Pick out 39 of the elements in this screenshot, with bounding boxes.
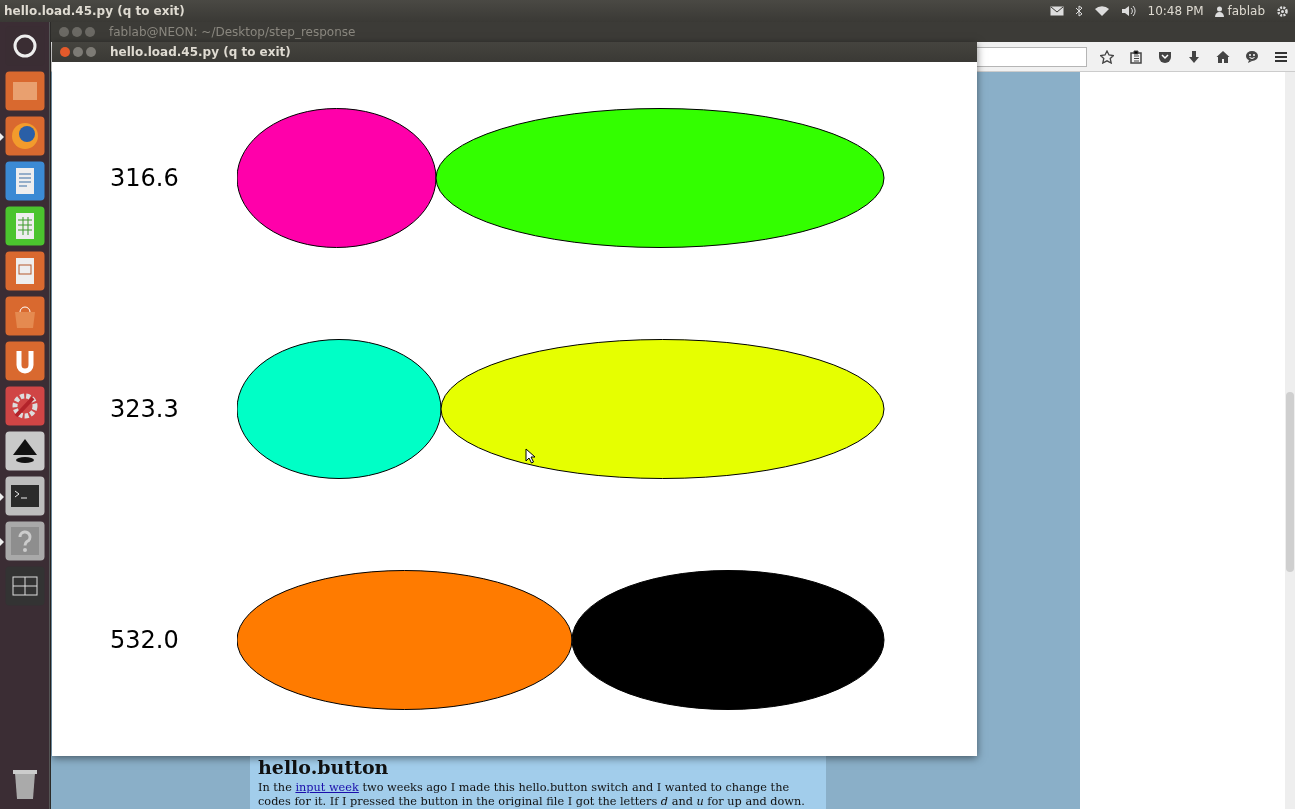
question-mark-icon[interactable]: [4, 521, 45, 561]
address-field[interactable]: [975, 46, 1087, 67]
pocket-icon[interactable]: [1158, 49, 1172, 64]
spreadsheet-icon[interactable]: [4, 206, 45, 246]
home-icon[interactable]: [1216, 49, 1230, 64]
clock[interactable]: 10:48 PM: [1147, 4, 1204, 18]
folder-icon[interactable]: [4, 71, 45, 111]
speech-bubble-face-icon[interactable]: [1245, 49, 1259, 64]
presentation-icon[interactable]: [4, 251, 45, 291]
workspace-grid-icon[interactable]: [4, 566, 45, 606]
text-link[interactable]: input week: [295, 781, 359, 794]
mail-icon[interactable]: [1049, 6, 1064, 16]
user-icon: [1214, 5, 1224, 17]
scrollbar[interactable]: [1285, 72, 1295, 809]
gear-icon[interactable]: [1276, 4, 1289, 18]
menu-icon[interactable]: [1274, 49, 1288, 64]
download-arrow-icon[interactable]: [1187, 49, 1201, 64]
mouse-pointer-icon: [525, 448, 535, 464]
globe-icon[interactable]: [4, 116, 45, 156]
document-icon[interactable]: [4, 161, 45, 201]
reading-value: 316.6: [109, 164, 180, 192]
volume-icon[interactable]: [1120, 5, 1137, 17]
paragraph: In the input week two weeks ago I made this hello.button switch and I wanted to change the codes for it. If I pressed the button in the original file I got the letters d and u for up and down.: [258, 781, 806, 809]
window-title: hello.load.45.py (q to exit): [4, 4, 185, 18]
terminal-icon[interactable]: [4, 476, 45, 516]
window-title: fablab@NEON: ~/Desktop/step_response: [109, 25, 356, 39]
clipboard-list-icon[interactable]: [1129, 49, 1143, 64]
wifi-icon[interactable]: [1093, 5, 1110, 17]
bluetooth-icon[interactable]: [1074, 5, 1083, 17]
reading-value: 323.3: [109, 395, 180, 423]
star-icon[interactable]: [1100, 49, 1114, 64]
letter-u-icon[interactable]: [4, 341, 45, 381]
section-heading: hello.button: [258, 757, 390, 778]
window-title: hello.load.45.py (q to exit): [110, 45, 291, 59]
gear-wrench-icon[interactable]: [4, 386, 45, 426]
reading-value: 532.0: [109, 626, 180, 654]
user-name[interactable]: fablab: [1227, 4, 1265, 18]
scrollbar-thumb[interactable]: [1286, 392, 1294, 572]
shopping-bag-icon[interactable]: [4, 296, 45, 336]
